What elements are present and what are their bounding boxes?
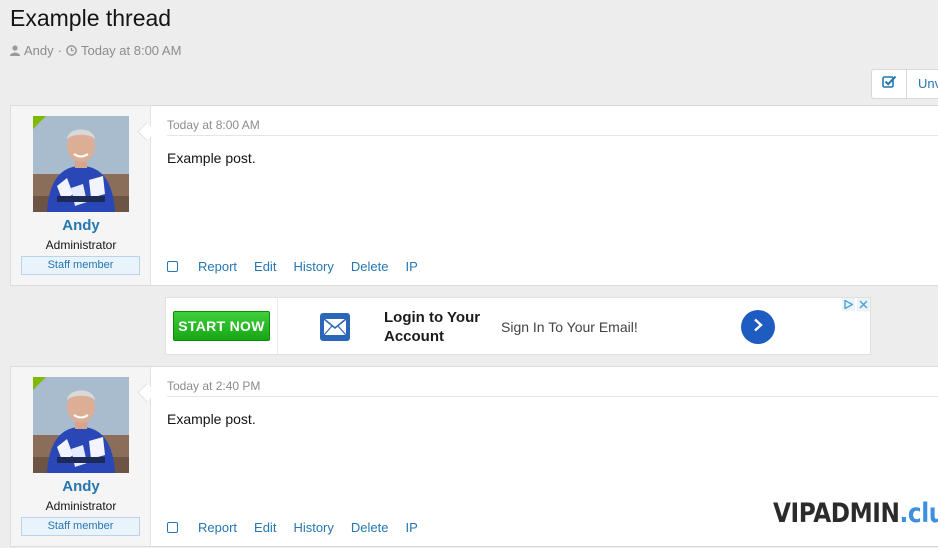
ad-headline: Login to Your Account xyxy=(384,309,481,345)
clock-icon xyxy=(66,45,77,56)
post-username-link[interactable]: Andy xyxy=(11,478,151,495)
edit-link[interactable]: Edit xyxy=(254,259,276,274)
user-icon xyxy=(10,45,20,56)
thread-meta: Andy · Today at 8:00 AM xyxy=(10,43,181,58)
edit-link[interactable]: Edit xyxy=(254,520,276,535)
chevron-right-icon xyxy=(752,318,764,337)
checkbox-icon xyxy=(881,75,897,94)
post-body: Example post. xyxy=(167,411,256,427)
report-link[interactable]: Report xyxy=(198,259,237,274)
staff-member-badge: Staff member xyxy=(21,517,140,536)
ip-link[interactable]: IP xyxy=(405,520,417,535)
delete-link[interactable]: Delete xyxy=(351,520,389,535)
post-actions: Report Edit History Delete IP xyxy=(167,520,435,535)
ad-choices xyxy=(842,298,870,311)
close-icon[interactable] xyxy=(857,298,870,311)
ip-link[interactable]: IP xyxy=(405,259,417,274)
meta-separator: · xyxy=(57,43,62,58)
thread-author-link[interactable]: Andy xyxy=(24,43,54,58)
ad-subtext: Sign In To Your Email! xyxy=(501,319,638,335)
online-status-indicator xyxy=(33,116,46,129)
ad-start-now-button[interactable]: START NOW xyxy=(173,311,270,341)
delete-link[interactable]: Delete xyxy=(351,259,389,274)
report-link[interactable]: Report xyxy=(198,520,237,535)
history-link[interactable]: History xyxy=(293,520,333,535)
mail-icon xyxy=(319,312,351,347)
post-user-title: Administrator xyxy=(45,499,117,513)
post-username-link[interactable]: Andy xyxy=(11,217,151,234)
post-select-checkbox[interactable] xyxy=(167,261,178,272)
avatar[interactable] xyxy=(33,377,129,473)
ad-go-button[interactable] xyxy=(741,310,775,344)
thread-toolbar: Unv xyxy=(871,69,938,99)
watermark-text: VIPADMIN xyxy=(773,498,900,529)
adchoices-icon[interactable] xyxy=(842,298,855,311)
select-posts-button[interactable] xyxy=(872,70,907,98)
online-status-indicator xyxy=(33,377,46,390)
post-user-cell: Andy Administrator Staff member xyxy=(11,367,151,546)
divider xyxy=(167,135,938,136)
divider xyxy=(277,298,278,354)
post-date-link[interactable]: Today at 8:00 AM xyxy=(167,118,260,132)
post-date-link[interactable]: Today at 2:40 PM xyxy=(167,379,260,393)
watermark-domain: .club xyxy=(899,498,938,529)
thread-title: Example thread xyxy=(10,5,172,31)
post-user-cell: Andy Administrator Staff member xyxy=(11,106,151,285)
thread-date-link[interactable]: Today at 8:00 AM xyxy=(81,43,181,58)
history-link[interactable]: History xyxy=(293,259,333,274)
post: Andy Administrator Staff member Today at… xyxy=(10,105,938,286)
ad-banner[interactable]: START NOW Login to Your Account Sign In … xyxy=(165,297,871,355)
post-select-checkbox[interactable] xyxy=(167,522,178,533)
post-body: Example post. xyxy=(167,150,256,166)
post-actions: Report Edit History Delete IP xyxy=(167,259,435,274)
watermark-logo: VIPADMIN.club xyxy=(773,498,938,529)
unwatch-button[interactable]: Unv xyxy=(907,70,938,98)
avatar[interactable] xyxy=(33,116,129,212)
divider xyxy=(167,396,938,397)
post-user-title: Administrator xyxy=(45,238,117,252)
staff-member-badge: Staff member xyxy=(21,256,140,275)
